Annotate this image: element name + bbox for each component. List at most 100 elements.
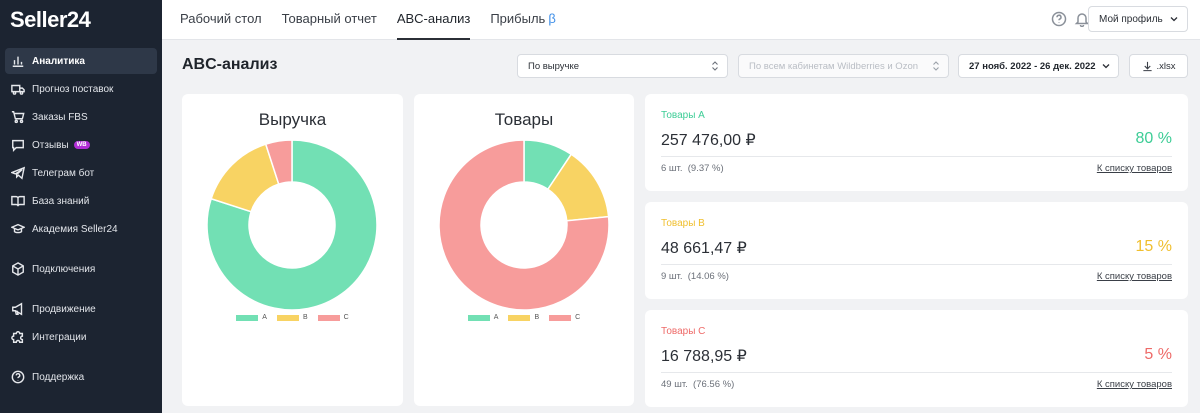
profile-button[interactable]: Мой профиль xyxy=(1088,6,1188,32)
nav-separator xyxy=(0,284,162,296)
group-count: 6 шт. (9.37 %) xyxy=(661,163,724,174)
cabinet-select-value: По всем кабинетам Wildberries и Ozon xyxy=(749,60,919,72)
truck-icon xyxy=(10,82,25,97)
legend-item-b[interactable]: B xyxy=(276,314,308,321)
group-c-card: Товары C 16 788,95 ₽ 5 % 49 шт. (76.56 %… xyxy=(645,310,1188,407)
sidebar-item-supply-forecast[interactable]: Прогноз поставок xyxy=(5,76,157,102)
divider xyxy=(661,264,1172,265)
legend-swatch xyxy=(276,314,299,321)
tab-dashboard[interactable]: Рабочий стол xyxy=(180,0,262,40)
legend-label: B xyxy=(534,314,540,321)
group-count: 9 шт. (14.06 %) xyxy=(661,271,729,282)
megaphone-icon xyxy=(10,302,25,317)
export-xlsx-button[interactable]: .xlsx xyxy=(1129,54,1188,78)
sidebar-item-integrations[interactable]: Интеграции xyxy=(5,324,157,350)
bar-chart-icon xyxy=(10,54,25,69)
sidebar-item-label: База знаний xyxy=(32,195,90,207)
group-label: Товары C xyxy=(661,326,706,337)
group-count: 49 шт. (76.56 %) xyxy=(661,379,734,390)
revenue-donut-chart xyxy=(207,140,377,310)
sidebar-item-analytics[interactable]: Аналитика xyxy=(5,48,157,74)
cart-icon xyxy=(10,110,25,125)
sidebar-item-fbs-orders[interactable]: Заказы FBS xyxy=(5,104,157,130)
sidebar-item-label: Интеграции xyxy=(32,331,87,343)
legend-swatch xyxy=(467,314,490,321)
tab-abc-analysis[interactable]: ABC-анализ xyxy=(396,0,470,40)
group-share: (9.37 %) xyxy=(687,163,724,174)
sidebar-item-label: Поддержка xyxy=(32,371,85,383)
sidebar-item-reviews[interactable]: Отзывы WB xyxy=(5,132,157,158)
sidebar-item-label: Академия Seller24 xyxy=(32,223,118,235)
group-revenue: 48 661,47 ₽ xyxy=(661,240,747,257)
legend-item-c[interactable]: C xyxy=(549,314,580,321)
puzzle-icon xyxy=(10,330,25,345)
profile-label: Мой профиль xyxy=(1099,13,1163,25)
sidebar-item-label: Телеграм бот xyxy=(32,167,95,179)
group-revenue: 16 788,95 ₽ xyxy=(661,348,747,365)
top-bar: Рабочий стол Товарный отчет ABC-анализ П… xyxy=(162,0,1200,40)
group-count-value: 49 шт. xyxy=(661,379,688,390)
sidebar-item-support[interactable]: Поддержка xyxy=(5,364,157,390)
date-range-picker[interactable]: 27 нояб. 2022 - 26 дек. 2022 xyxy=(958,54,1119,78)
chevron-down-icon xyxy=(1102,64,1110,69)
group-percent: 15 % xyxy=(1135,238,1172,255)
group-label: Товары A xyxy=(661,110,705,121)
tab-profit[interactable]: Прибыль β xyxy=(490,0,555,40)
legend-label: A xyxy=(262,314,267,321)
group-percent: 80 % xyxy=(1135,130,1172,147)
chevron-updown-icon xyxy=(712,61,718,71)
group-b-card: Товары B 48 661,47 ₽ 15 % 9 шт. (14.06 %… xyxy=(645,202,1188,299)
legend-item-c[interactable]: C xyxy=(317,314,349,321)
top-tabs: Рабочий стол Товарный отчет ABC-анализ П… xyxy=(180,0,576,40)
book-icon xyxy=(10,194,25,209)
help-icon[interactable] xyxy=(1051,11,1067,27)
graduation-icon xyxy=(10,222,25,237)
revenue-chart-card: Выручка A B C xyxy=(182,94,403,406)
group-a-card: Товары A 257 476,00 ₽ 80 % 6 шт. (9.37 %… xyxy=(645,94,1188,191)
product-list-link[interactable]: К списку товаров xyxy=(1097,271,1172,282)
cube-icon xyxy=(10,262,25,277)
sidebar-item-connections[interactable]: Подключения xyxy=(5,256,157,282)
sidebar-item-label: Заказы FBS xyxy=(32,111,88,123)
legend-swatch xyxy=(236,314,259,321)
sidebar-item-promotion[interactable]: Продвижение xyxy=(5,296,157,322)
group-count-value: 6 шт. xyxy=(661,163,683,174)
tab-profit-label: Прибыль xyxy=(490,11,546,26)
sidebar-item-label: Отзывы xyxy=(32,139,69,151)
chart-legend: A B C xyxy=(182,314,403,321)
divider xyxy=(661,156,1172,157)
nav-separator xyxy=(0,244,162,256)
tab-product-report[interactable]: Товарный отчет xyxy=(282,0,377,40)
legend-label: A xyxy=(493,314,499,321)
metric-select[interactable]: По выручке xyxy=(517,54,728,78)
group-count-value: 9 шт. xyxy=(661,271,683,282)
nav-separator xyxy=(0,352,162,364)
chat-icon xyxy=(10,138,25,153)
chart-title: Выручка xyxy=(258,110,327,129)
sidebar-item-academy[interactable]: Академия Seller24 xyxy=(5,216,157,242)
metric-select-value: По выручке xyxy=(528,60,580,72)
beta-badge: β xyxy=(548,11,556,26)
sidebar-item-telegram-bot[interactable]: Телеграм бот xyxy=(5,160,157,186)
group-share: (14.06 %) xyxy=(687,271,729,282)
product-list-link[interactable]: К списку товаров xyxy=(1097,379,1172,390)
date-range-value: 27 нояб. 2022 - 26 дек. 2022 xyxy=(969,60,1096,72)
app-logo[interactable]: Seller24 xyxy=(0,0,162,40)
telegram-icon xyxy=(10,166,25,181)
chevron-down-icon xyxy=(1170,17,1178,22)
page-title: ABC-анализ xyxy=(182,56,278,73)
sidebar-item-knowledge-base[interactable]: База знаний xyxy=(5,188,157,214)
product-list-link[interactable]: К списку товаров xyxy=(1097,163,1172,174)
legend-item-a[interactable]: A xyxy=(236,314,267,321)
sidebar-item-label: Подключения xyxy=(32,263,96,275)
wb-badge: WB xyxy=(73,141,90,149)
legend-label: C xyxy=(343,314,349,321)
legend-swatch xyxy=(508,314,531,321)
legend-item-b[interactable]: B xyxy=(508,314,539,321)
legend-item-a[interactable]: A xyxy=(467,314,499,321)
sidebar-item-label: Аналитика xyxy=(32,55,85,67)
cabinet-select[interactable]: По всем кабинетам Wildberries и Ozon xyxy=(738,54,949,78)
group-percent: 5 % xyxy=(1144,346,1172,363)
chart-legend: A B C xyxy=(414,314,634,321)
group-label: Товары B xyxy=(661,218,705,229)
